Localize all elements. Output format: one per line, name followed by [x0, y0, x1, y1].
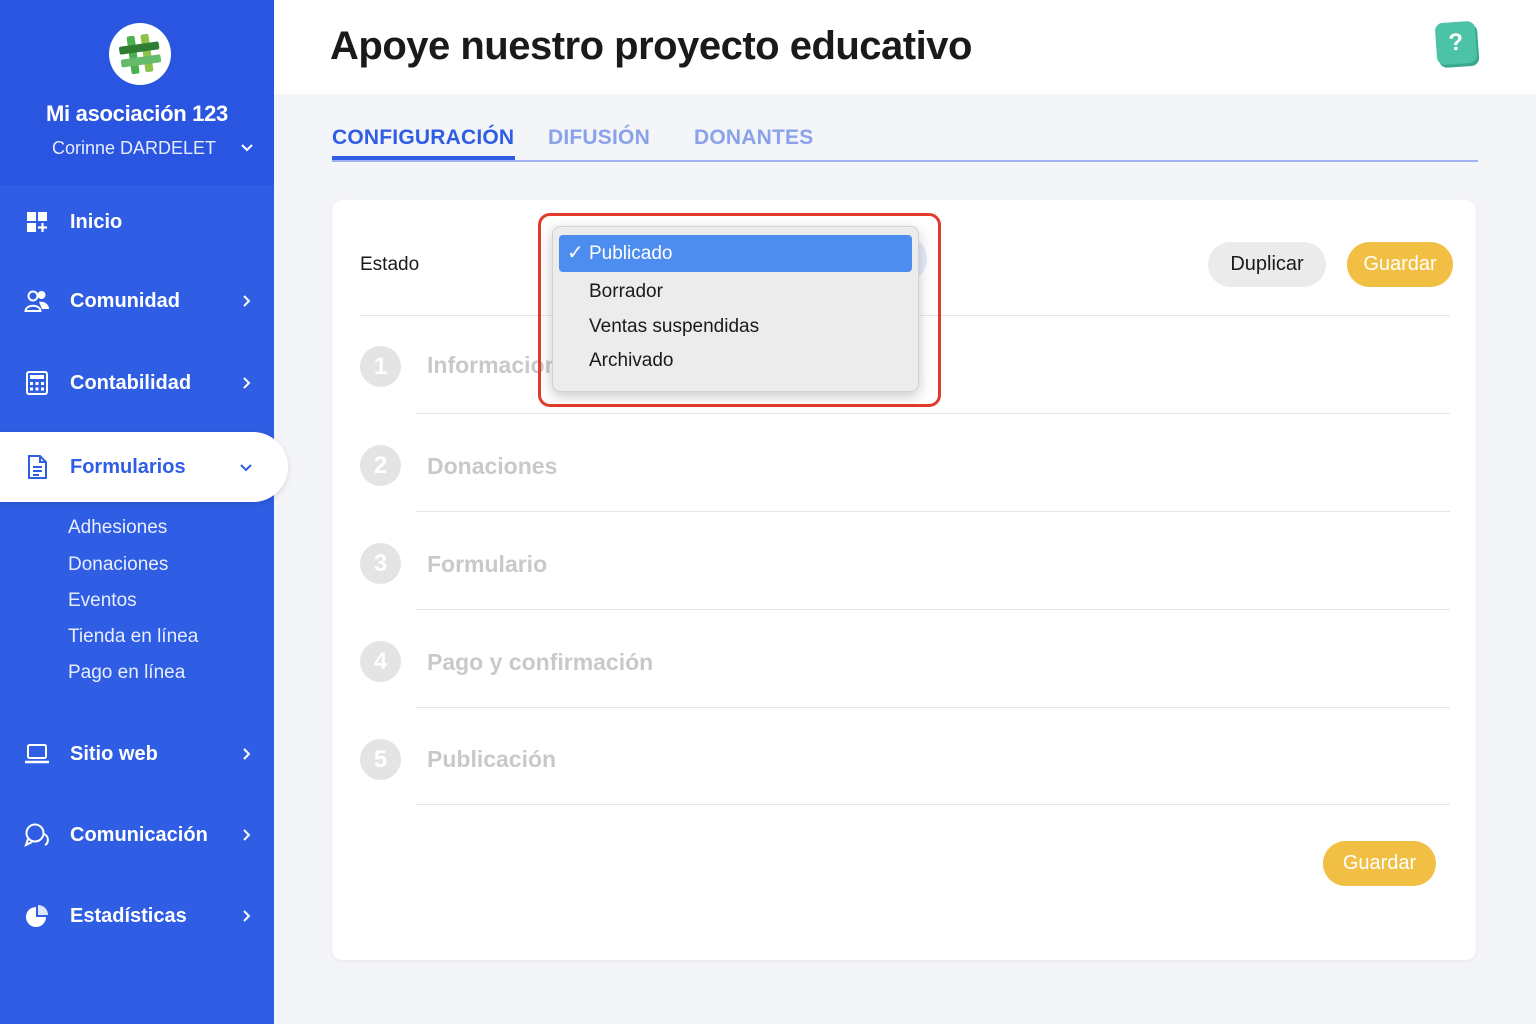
org-name: Mi asociación 123: [46, 101, 228, 126]
step-label-formulario[interactable]: Formulario: [427, 551, 547, 578]
org-logo: [109, 23, 171, 85]
divider: [416, 511, 1450, 512]
dropdown-option-borrador[interactable]: Borrador: [559, 273, 912, 310]
chat-icon: [24, 823, 49, 847]
sidebar-item-label: Contabilidad: [70, 371, 192, 394]
checkmark-icon: ✓: [567, 242, 584, 264]
step-label-pago[interactable]: Pago y confirmación: [427, 649, 653, 676]
sidebar-item-contabilidad[interactable]: Contabilidad: [0, 353, 274, 413]
sidebar-item-label: Formularios: [70, 455, 186, 478]
page-title: Apoye nuestro proyecto educativo: [330, 24, 972, 68]
sidebar-item-inicio[interactable]: Inicio: [0, 192, 274, 252]
step-label-publicacion[interactable]: Publicación: [427, 746, 556, 773]
sidebar: Mi asociación 123 Corinne DARDELET Inici…: [0, 0, 288, 1024]
estado-label: Estado: [360, 254, 420, 275]
divider: [416, 804, 1450, 805]
users-icon: [24, 290, 49, 312]
help-button[interactable]: ?: [1434, 20, 1478, 66]
dropdown-option-ventas-suspendidas[interactable]: Ventas suspendidas: [559, 308, 912, 345]
sidebar-subitem-adhesiones[interactable]: Adhesiones: [68, 517, 167, 539]
tab-bar: CONFIGURACIÓN DIFUSIÓN DONANTES: [332, 120, 1478, 162]
page-header: Apoye nuestro proyecto educativo ?: [274, 0, 1536, 94]
dropdown-option-archivado[interactable]: Archivado: [559, 342, 912, 379]
document-icon: [28, 455, 47, 479]
chevron-right-icon: [243, 295, 251, 307]
duplicate-button[interactable]: Duplicar: [1208, 242, 1326, 287]
sidebar-item-sitio-web[interactable]: Sitio web: [0, 724, 274, 784]
sidebar-item-label: Estadísticas: [70, 904, 187, 927]
divider: [416, 413, 1450, 414]
save-button-top[interactable]: Guardar: [1347, 242, 1453, 287]
step-number: 4: [360, 641, 401, 682]
tab-configuracion[interactable]: CONFIGURACIÓN: [332, 126, 514, 150]
hashtag-logo-icon: [119, 33, 162, 75]
sidebar-item-label: Comunidad: [70, 289, 180, 312]
dropdown-option-label: Publicado: [589, 243, 673, 264]
step-number: 2: [360, 445, 401, 486]
calculator-icon: [26, 371, 48, 395]
chevron-right-icon: [243, 910, 251, 922]
sidebar-item-comunidad[interactable]: Comunidad: [0, 271, 274, 331]
sidebar-item-formularios[interactable]: Formularios: [0, 432, 288, 502]
sidebar-subitem-eventos[interactable]: Eventos: [68, 590, 137, 612]
chevron-right-icon: [243, 748, 251, 760]
dropdown-option-publicado[interactable]: ✓ Publicado: [559, 235, 912, 272]
chevron-right-icon: [243, 377, 251, 389]
divider: [416, 609, 1450, 610]
tab-donantes[interactable]: DONANTES: [694, 126, 813, 150]
chevron-down-icon[interactable]: [238, 138, 256, 156]
tab-difusion[interactable]: DIFUSIÓN: [548, 126, 650, 150]
sidebar-subitem-tienda[interactable]: Tienda en línea: [68, 626, 198, 648]
step-number: 1: [360, 346, 401, 387]
sidebar-subitem-donaciones[interactable]: Donaciones: [68, 554, 168, 576]
save-button-bottom[interactable]: Guardar: [1323, 841, 1436, 886]
sidebar-item-label: Comunicación: [70, 823, 208, 846]
chevron-down-icon: [240, 464, 252, 472]
estado-dropdown-menu: ✓ Publicado Borrador Ventas suspendidas …: [552, 226, 919, 392]
org-header: Mi asociación 123 Corinne DARDELET: [0, 0, 274, 185]
sidebar-item-comunicacion[interactable]: Comunicación: [0, 805, 274, 865]
sidebar-item-estadisticas[interactable]: Estadísticas: [0, 886, 274, 946]
chevron-right-icon: [243, 829, 251, 841]
sidebar-item-label: Inicio: [70, 210, 123, 233]
step-number: 5: [360, 739, 401, 780]
dashboard-icon: [27, 212, 47, 232]
laptop-icon: [25, 744, 49, 764]
divider: [416, 707, 1450, 708]
active-tab-indicator: [332, 156, 515, 160]
step-number: 3: [360, 543, 401, 584]
user-name[interactable]: Corinne DARDELET: [52, 138, 216, 159]
pie-chart-icon: [26, 905, 48, 927]
sidebar-subitem-pago[interactable]: Pago en línea: [68, 662, 185, 684]
sidebar-item-label: Sitio web: [70, 742, 158, 765]
step-label-donaciones[interactable]: Donaciones: [427, 453, 557, 480]
